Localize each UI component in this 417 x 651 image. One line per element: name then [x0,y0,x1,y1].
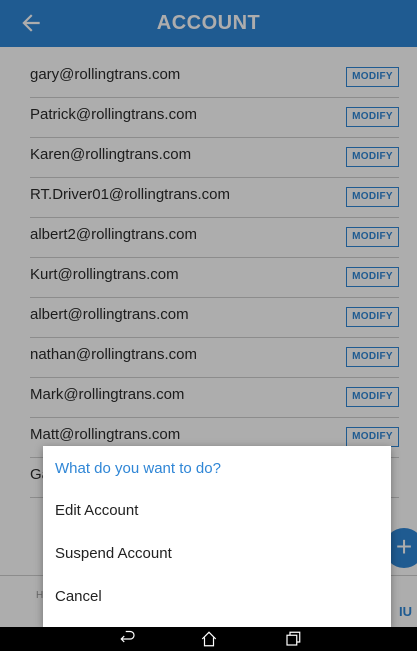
edit-account-option[interactable]: Edit Account [55,502,138,519]
dialog-title: What do you want to do? [55,460,221,477]
suspend-account-option[interactable]: Suspend Account [55,545,172,562]
action-dialog: What do you want to do? Edit Account Sus… [43,446,391,627]
nav-home-icon[interactable] [199,630,219,648]
screen: ACCOUNT gary@rollingtrans.com MODIFY Pat… [0,0,417,651]
nav-recents-icon[interactable] [283,630,303,648]
system-nav-bar [0,627,417,651]
nav-back-icon[interactable] [118,630,138,648]
cancel-option[interactable]: Cancel [55,588,102,605]
